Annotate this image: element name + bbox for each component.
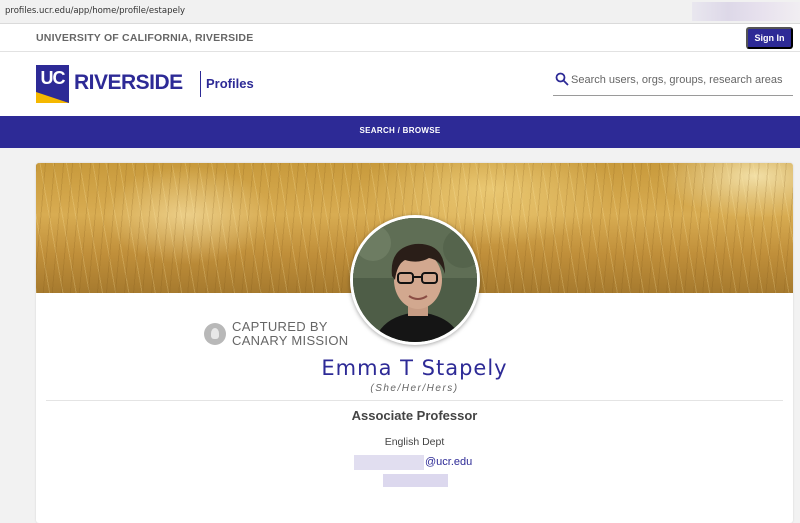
logo-profiles-text: Profiles	[206, 76, 254, 91]
logo-divider	[200, 71, 201, 97]
watermark-line-2: CANARY MISSION	[232, 333, 349, 348]
profile-department: English Dept	[384, 436, 445, 448]
logo-uc-text: UC	[40, 68, 66, 88]
avatar-portrait	[353, 218, 477, 342]
search-input[interactable]	[571, 70, 791, 90]
browser-toolbar-blur	[692, 2, 800, 21]
search-bar[interactable]	[553, 66, 793, 96]
profile-card: CAPTURED BY CANARY MISSION Emma T Stapel…	[36, 163, 793, 523]
ucr-profiles-logo[interactable]: UC RIVERSIDE Profiles	[36, 65, 254, 103]
watermark-line-1: CAPTURED BY	[232, 319, 328, 334]
profile-pronouns: (She/Her/Hers)	[370, 383, 459, 394]
nav-search-browse[interactable]: SEARCH / BROWSE	[0, 126, 800, 135]
browser-address-bar[interactable]: profiles.ucr.edu/app/home/profile/estape…	[0, 0, 800, 24]
email-domain[interactable]: @ucr.edu	[425, 456, 472, 468]
canary-badge-icon	[204, 323, 226, 345]
profile-email[interactable]: @ucr.edu	[354, 454, 472, 470]
phone-redaction	[383, 474, 448, 487]
site-header: UC RIVERSIDE Profiles	[0, 52, 800, 116]
profile-title: Associate Professor	[351, 408, 478, 423]
logo-riverside-text: RIVERSIDE	[74, 71, 183, 94]
logo-gold-accent	[36, 92, 69, 103]
sign-in-button[interactable]: Sign In	[746, 27, 793, 49]
email-redaction	[354, 454, 424, 470]
uc-logo-mark: UC	[36, 65, 69, 103]
url-text[interactable]: profiles.ucr.edu/app/home/profile/estape…	[5, 6, 185, 16]
canary-mission-watermark: CAPTURED BY CANARY MISSION	[204, 319, 354, 349]
profile-avatar	[350, 215, 480, 345]
top-bar: UNIVERSITY OF CALIFORNIA, RIVERSIDE Sign…	[0, 24, 800, 52]
section-divider	[46, 400, 783, 401]
search-icon[interactable]	[555, 72, 569, 86]
main-nav: SEARCH / BROWSE	[0, 116, 800, 148]
university-name[interactable]: UNIVERSITY OF CALIFORNIA, RIVERSIDE	[36, 32, 253, 44]
profile-name: Emma T Stapely	[321, 356, 508, 380]
